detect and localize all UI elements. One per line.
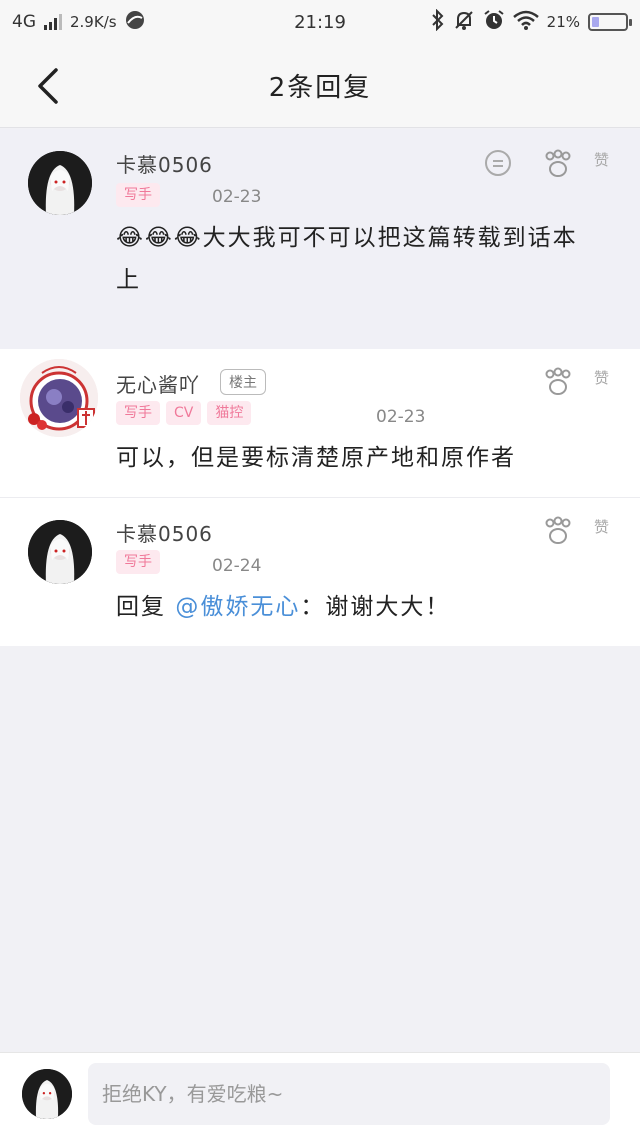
user-tags: 写手 (116, 550, 160, 574)
avatar[interactable] (20, 359, 98, 437)
user-tags: 写手 (116, 183, 160, 207)
user-tag: 猫控 (207, 401, 252, 425)
comment-item: 卡慕0506 写手 02-24 回复 @傲娇无心：谢谢大大！ 赞 (0, 498, 640, 646)
mention-link[interactable]: @傲娇无心 (175, 594, 300, 620)
app-notification-icon (125, 10, 145, 35)
reply-button[interactable] (484, 149, 512, 181)
user-tags: 写手 CV 猫控 (116, 401, 252, 425)
bluetooth-icon (431, 8, 445, 36)
chevron-left-icon (38, 68, 58, 104)
like-label: 赞 (594, 151, 610, 169)
signal-icon (44, 14, 62, 30)
avatar[interactable] (28, 520, 92, 584)
comment-date: 02-23 (212, 187, 262, 207)
mute-bell-icon (453, 9, 475, 36)
alarm-icon (483, 9, 505, 36)
paw-icon (545, 516, 571, 544)
reply-text: ：谢谢大大！ (300, 594, 451, 620)
user-tag: 写手 (116, 183, 160, 207)
back-button[interactable] (28, 66, 68, 106)
network-type: 4G (12, 12, 36, 32)
wifi-icon (512, 10, 539, 35)
header: 2条回复 (0, 44, 640, 128)
like-button[interactable] (543, 149, 573, 183)
reply-input-bar (0, 1052, 640, 1138)
battery-icon (588, 13, 632, 31)
battery-fill (592, 17, 599, 27)
status-right: 21% (431, 8, 632, 36)
reply-prefix: 回复 (116, 594, 166, 620)
comment-item: 无心酱吖 楼主 写手 CV 猫控 02-23 可以，但是要标清楚原产地和原作者 … (0, 349, 640, 497)
username[interactable]: 卡慕0506 (116, 518, 213, 547)
like-button[interactable] (543, 367, 573, 401)
page-title: 2条回复 (268, 73, 372, 103)
comment-date: 02-23 (376, 407, 426, 427)
like-label: 赞 (594, 369, 610, 387)
owner-badge: 楼主 (220, 369, 266, 395)
current-user-avatar[interactable] (22, 1069, 72, 1119)
username[interactable]: 卡慕0506 (116, 149, 213, 178)
like-button[interactable] (543, 516, 573, 550)
comment-date: 02-24 (212, 556, 262, 576)
comment-bubble-icon (485, 150, 511, 176)
network-speed: 2.9K/s (70, 13, 117, 31)
comment-content: 回复 @傲娇无心：谢谢大大！ (116, 586, 606, 628)
user-tag: 写手 (116, 401, 160, 425)
user-tag: CV (166, 401, 202, 425)
avatar[interactable] (28, 151, 92, 215)
like-label: 赞 (594, 518, 610, 536)
user-tag: 写手 (116, 550, 160, 574)
battery-percent: 21% (546, 13, 580, 31)
comment-content: 可以，但是要标清楚原产地和原作者 (116, 445, 516, 471)
status-bar: 4G 2.9K/s 21:19 21% (0, 0, 640, 44)
reply-input[interactable] (88, 1063, 610, 1125)
paw-icon (545, 367, 571, 395)
paw-icon (545, 149, 571, 177)
status-left: 4G 2.9K/s (12, 10, 145, 35)
comment-item: 卡慕0506 写手 02-23 😂😂😂大大我可不可以把这篇转载到话本上 赞 (0, 129, 640, 349)
username[interactable]: 无心酱吖 (116, 369, 200, 398)
comment-content: 😂😂😂大大我可不可以把这篇转载到话本上 (116, 225, 578, 293)
